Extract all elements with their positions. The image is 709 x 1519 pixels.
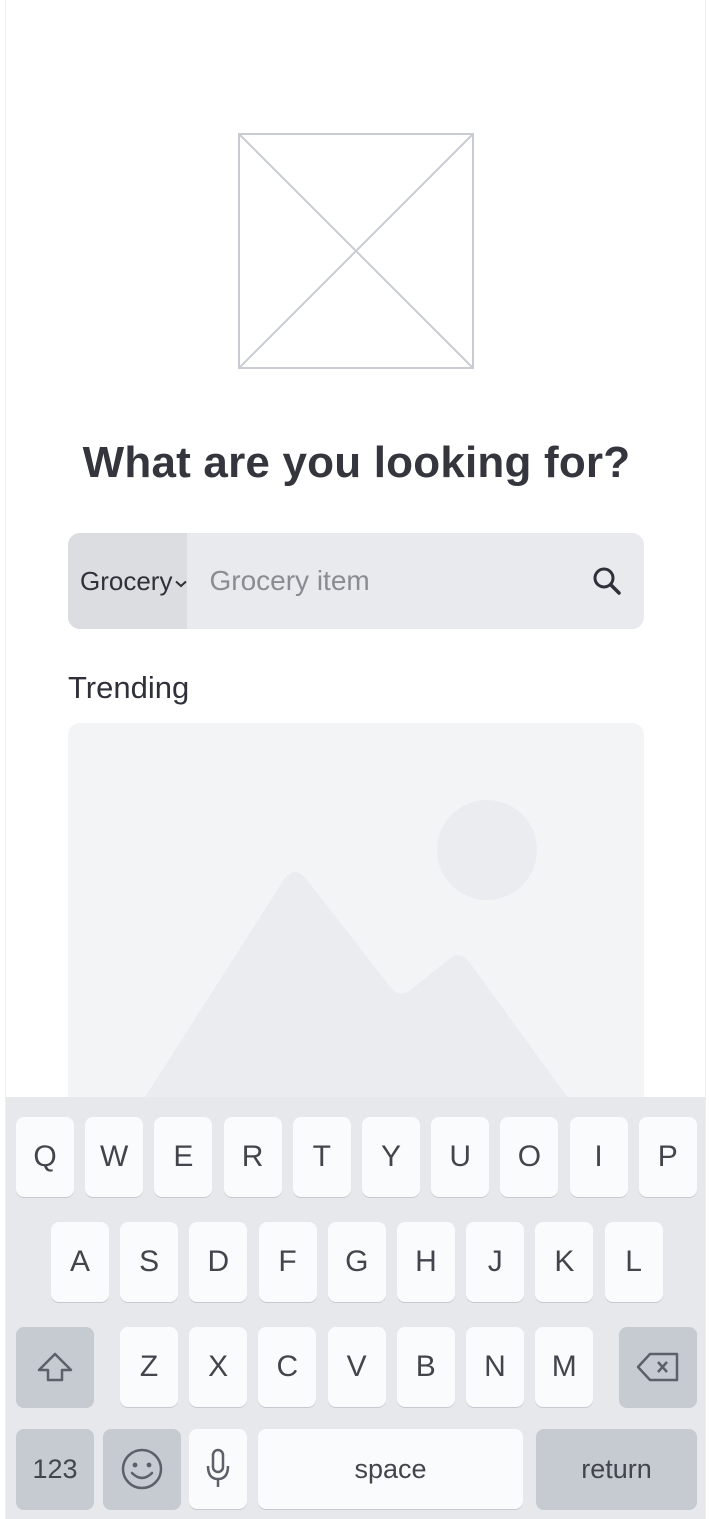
key-i[interactable]: I (569, 1117, 628, 1197)
shift-icon (37, 1352, 73, 1382)
category-dropdown[interactable]: Grocery (68, 533, 188, 629)
backspace-key[interactable] (619, 1327, 697, 1407)
key-y[interactable]: Y (362, 1117, 420, 1197)
key-label: T (312, 1140, 331, 1173)
key-f[interactable]: F (258, 1222, 317, 1302)
key-label: R (241, 1140, 264, 1173)
key-label: Z (139, 1350, 159, 1383)
key-label: P (657, 1140, 678, 1173)
key-h[interactable]: H (397, 1222, 455, 1302)
key-e[interactable]: E (154, 1117, 213, 1197)
backspace-icon (636, 1352, 679, 1382)
key-label: K (554, 1245, 575, 1278)
key-q[interactable]: Q (16, 1117, 74, 1197)
key-label: O (517, 1140, 542, 1173)
key-x[interactable]: X (189, 1327, 248, 1407)
key-v[interactable]: V (327, 1327, 386, 1407)
microphone-key[interactable] (189, 1429, 247, 1509)
key-label: X (208, 1350, 229, 1383)
key-label: J (487, 1245, 503, 1278)
key-label: B (415, 1350, 436, 1383)
key-label: D (207, 1245, 230, 1278)
category-label: Grocery (80, 565, 173, 596)
search-icon (593, 567, 621, 595)
image-placeholder-icon (238, 133, 474, 369)
key-a[interactable]: A (51, 1222, 109, 1302)
space-key[interactable]: space (258, 1429, 523, 1509)
key-label: H (415, 1245, 437, 1278)
key-k[interactable]: K (535, 1222, 594, 1302)
key-label: S (139, 1245, 160, 1278)
key-label: M (551, 1350, 577, 1383)
key-label: N (484, 1350, 506, 1383)
key-label: C (276, 1350, 299, 1383)
trending-heading: Trending (68, 670, 190, 705)
shift-key[interactable] (16, 1327, 94, 1407)
numbers-key-label: 123 (32, 1453, 78, 1484)
landscape-image-placeholder-icon (138, 800, 568, 1143)
search-input[interactable] (187, 533, 571, 629)
key-c[interactable]: C (258, 1327, 317, 1407)
key-g[interactable]: G (327, 1222, 386, 1302)
key-r[interactable]: R (223, 1117, 282, 1197)
key-label: I (594, 1140, 603, 1173)
key-label: L (625, 1245, 642, 1278)
trending-card[interactable] (68, 723, 644, 1143)
key-w[interactable]: W (85, 1117, 144, 1197)
app-screen: What are you looking for? Grocery Trendi… (5, 0, 706, 1519)
key-label: A (69, 1245, 90, 1278)
key-s[interactable]: S (120, 1222, 179, 1302)
key-u[interactable]: U (431, 1117, 490, 1197)
key-t[interactable]: T (292, 1117, 351, 1197)
key-label: U (449, 1140, 472, 1173)
key-z[interactable]: Z (120, 1327, 178, 1407)
key-label: E (173, 1140, 194, 1173)
key-label: Y (380, 1140, 401, 1173)
space-key-label: space (354, 1453, 427, 1484)
search-bar: Grocery (68, 533, 644, 629)
key-m[interactable]: M (535, 1327, 594, 1407)
keyboard: Q W E R T Y U O I P A S D F G H J K L Z X C V B N M 123 space r… (6, 1097, 705, 1519)
key-n[interactable]: N (466, 1327, 524, 1407)
key-label: V (346, 1350, 367, 1383)
numbers-key[interactable]: 123 (16, 1429, 94, 1509)
key-o[interactable]: O (500, 1117, 559, 1197)
key-label: F (278, 1245, 297, 1278)
key-b[interactable]: B (396, 1327, 455, 1407)
key-j[interactable]: J (466, 1222, 525, 1302)
return-key-label: return (581, 1453, 652, 1484)
emoji-key[interactable] (103, 1429, 181, 1509)
page-title: What are you looking for? (82, 438, 631, 487)
key-label: Q (33, 1140, 57, 1173)
key-p[interactable]: P (638, 1117, 697, 1197)
microphone-icon (206, 1448, 230, 1487)
chevron-down-icon (175, 575, 188, 591)
key-l[interactable]: L (604, 1222, 663, 1302)
key-d[interactable]: D (189, 1222, 248, 1302)
emoji-icon (121, 1448, 163, 1490)
key-label: W (100, 1140, 129, 1173)
key-label: G (345, 1245, 369, 1278)
return-key[interactable]: return (536, 1429, 697, 1509)
search-button[interactable] (570, 533, 644, 629)
